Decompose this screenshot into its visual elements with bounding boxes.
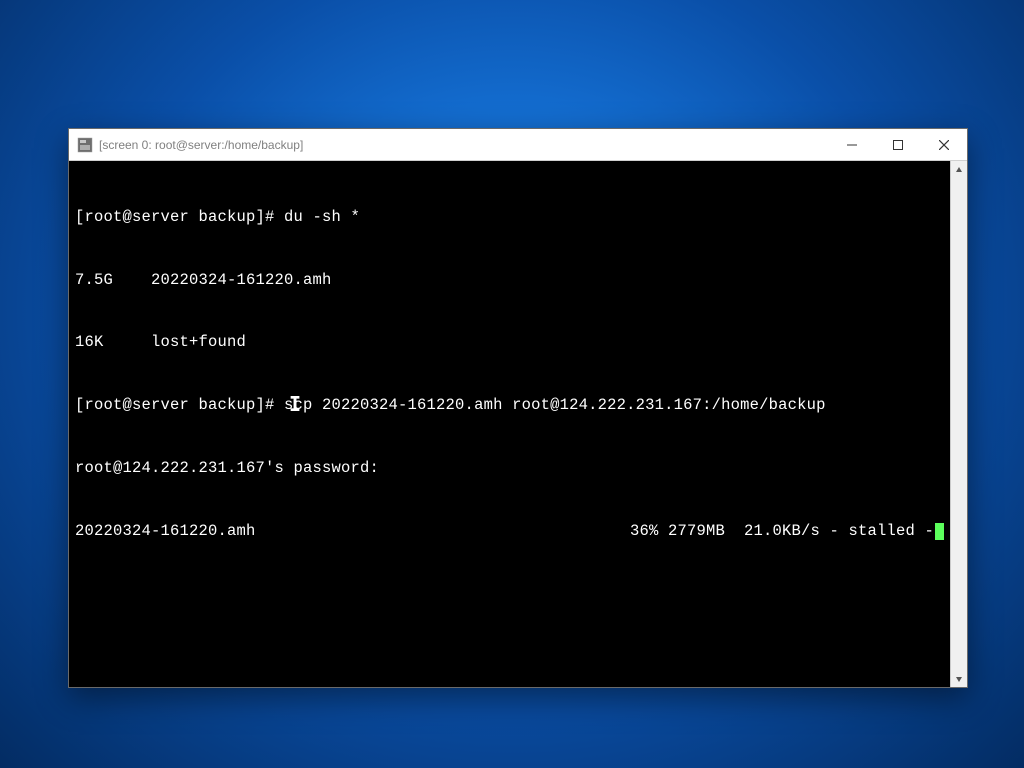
terminal-line: [root@server backup]# du -sh *	[75, 207, 944, 228]
scp-progress-status: 36% 2779MB 21.0KB/s - stalled -	[630, 521, 944, 542]
terminal-line: root@124.222.231.167's password:	[75, 458, 944, 479]
terminal-output[interactable]: [root@server backup]# du -sh * 7.5G 2022…	[69, 161, 950, 687]
terminal-line: 7.5G 20220324-161220.amh	[75, 270, 944, 291]
titlebar[interactable]: [screen 0: root@server:/home/backup]	[69, 129, 967, 161]
terminal-area: [root@server backup]# du -sh * 7.5G 2022…	[69, 161, 967, 687]
window-title: [screen 0: root@server:/home/backup]	[99, 138, 829, 152]
scroll-down-button[interactable]	[951, 670, 967, 687]
vertical-scrollbar[interactable]	[950, 161, 967, 687]
app-icon	[77, 137, 93, 153]
window-controls	[829, 129, 967, 160]
minimize-button[interactable]	[829, 129, 875, 160]
cursor-icon	[935, 523, 944, 540]
terminal-line: 16K lost+found	[75, 332, 944, 353]
scp-progress-line: 20220324-161220.amh 36% 2779MB 21.0KB/s …	[75, 521, 944, 542]
scroll-up-button[interactable]	[951, 161, 967, 178]
scrollbar-track[interactable]	[951, 178, 967, 670]
close-button[interactable]	[921, 129, 967, 160]
scp-filename: 20220324-161220.amh	[75, 521, 256, 542]
terminal-window: [screen 0: root@server:/home/backup] [ro…	[68, 128, 968, 688]
maximize-button[interactable]	[875, 129, 921, 160]
terminal-line: [root@server backup]# scp 20220324-16122…	[75, 395, 944, 416]
